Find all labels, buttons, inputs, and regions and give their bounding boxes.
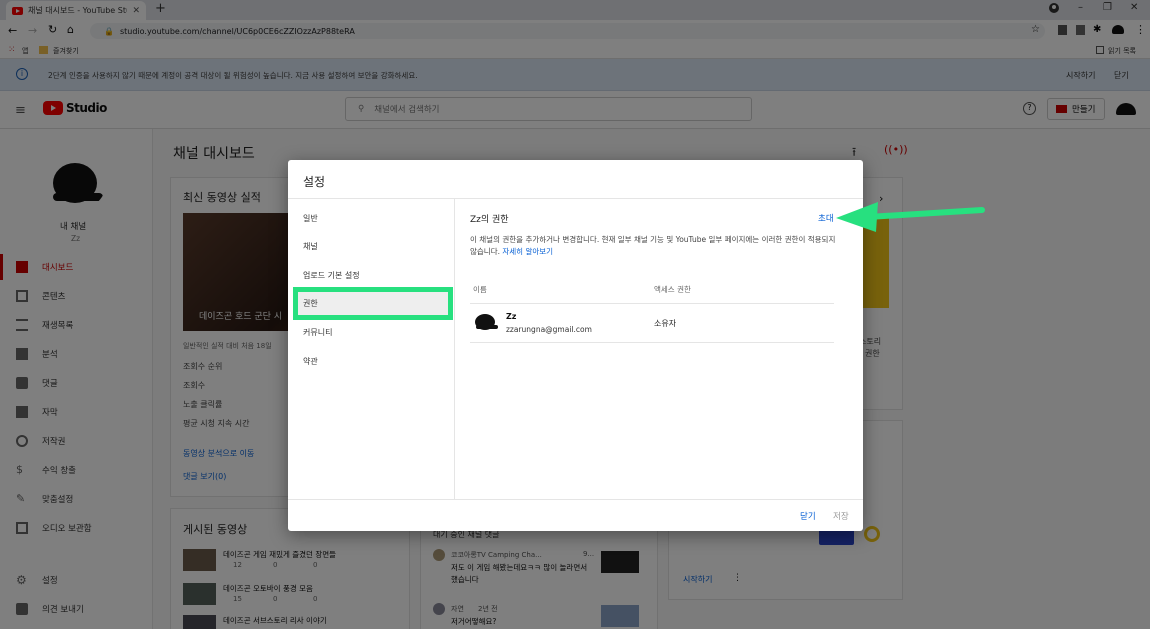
save-button[interactable]: 저장 — [833, 510, 849, 522]
settings-nav-permissions[interactable]: 권한 — [303, 298, 318, 309]
settings-nav-agreements[interactable]: 약관 — [303, 356, 318, 367]
learn-more-link[interactable]: 자세히 알아보기 — [502, 247, 553, 256]
table-row[interactable] — [470, 304, 834, 342]
settings-nav-community[interactable]: 커뮤니티 — [303, 327, 332, 338]
annotation-arrow-icon — [836, 202, 985, 232]
dialog-title: 설정 — [303, 175, 326, 189]
user-avatar-icon — [475, 314, 498, 330]
column-header-name: 이름 — [473, 285, 487, 294]
divider — [288, 499, 863, 500]
user-email: zzarungna@gmail.com — [506, 325, 592, 334]
close-button[interactable]: 닫기 — [800, 510, 816, 522]
divider — [288, 198, 863, 199]
settings-nav-general[interactable]: 일반 — [303, 213, 318, 224]
permissions-title: Zz의 권한 — [470, 215, 509, 225]
settings-nav-upload-defaults[interactable]: 업로드 기본 설정 — [303, 270, 360, 281]
settings-dialog: 설정 일반 채널 업로드 기본 설정 권한 커뮤니티 약관 Zz의 권한 초대 … — [288, 160, 863, 531]
divider — [470, 342, 834, 343]
divider — [454, 199, 455, 499]
settings-nav-channel[interactable]: 채널 — [303, 241, 318, 252]
column-header-access: 액세스 권한 — [654, 285, 691, 294]
user-name: Zz — [506, 312, 517, 321]
user-role: 소유자 — [654, 319, 677, 328]
permissions-description: 이 채널의 권한을 추가하거나 변경합니다. 현재 일부 채널 기능 및 You… — [470, 234, 840, 258]
